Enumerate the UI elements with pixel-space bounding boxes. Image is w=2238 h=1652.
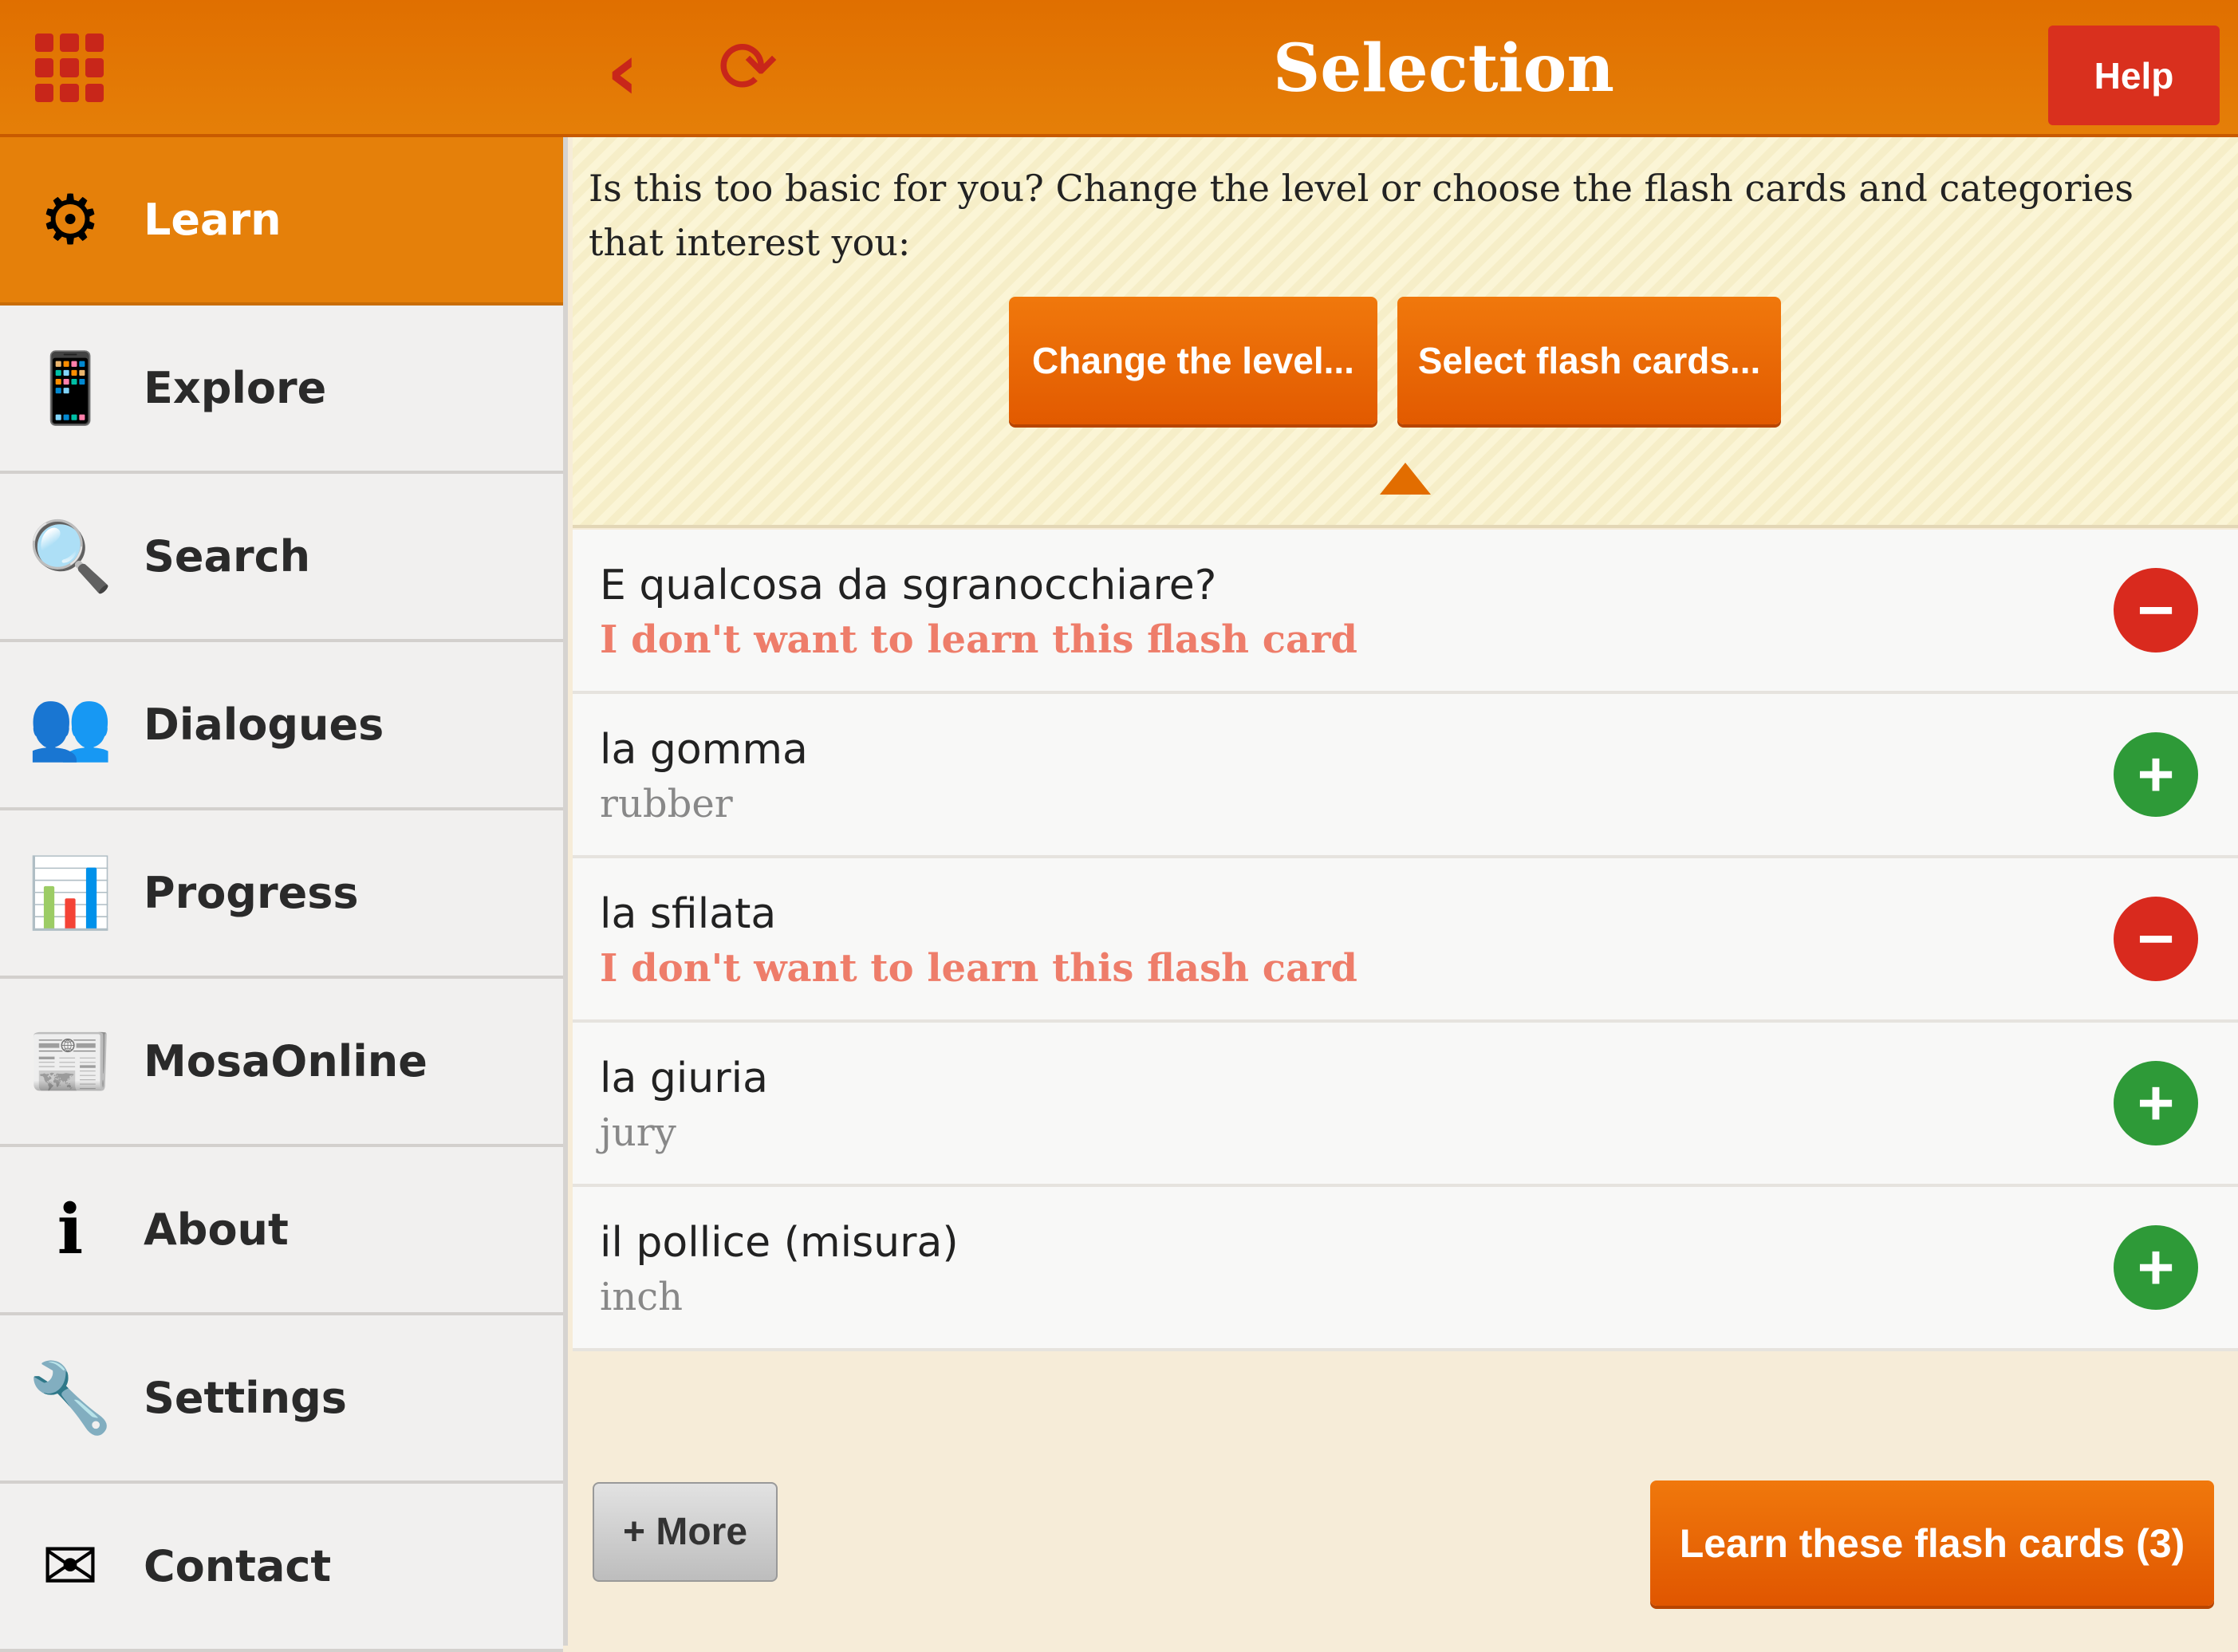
people-speech-icon: 👥 <box>27 685 113 765</box>
banner-text: Is this too basic for you? Change the le… <box>589 167 2134 264</box>
list-item: il pollice (misura) inch + <box>573 1187 2238 1351</box>
translation: I don't want to learn this flash card <box>600 946 1357 991</box>
sidebar-item-learn[interactable]: ⚙ Learn <box>0 137 563 306</box>
add-circle-icon[interactable]: + <box>2114 1225 2198 1310</box>
sidebar-item-label: Learn <box>144 195 282 245</box>
sidebar-item-contact[interactable]: ✉ Contact <box>0 1484 563 1652</box>
newspaper-icon: 📰 <box>27 1022 113 1102</box>
sidebar-item-mosaonline[interactable]: 📰 MosaOnline <box>0 979 563 1147</box>
add-circle-icon[interactable]: + <box>2114 732 2198 817</box>
gear-plus-icon: ⚙ <box>39 179 101 260</box>
learn-flash-cards-button[interactable]: Learn these flash cards (3) <box>1650 1480 2214 1606</box>
list-item: E qualcosa da sgranocchiare? I don't wan… <box>573 530 2238 694</box>
sidebar-item-search[interactable]: 🔍 Search <box>0 474 563 642</box>
sidebar-item-label: Dialogues <box>144 700 384 750</box>
sidebar-item-label: Contact <box>144 1541 332 1591</box>
sidebar-item-progress[interactable]: 📊 Progress <box>0 810 563 979</box>
header-bar: ‹ ⟳ Selection Help <box>0 0 2238 137</box>
refresh-icon[interactable]: ⟳ <box>718 32 778 104</box>
paper-plane-icon: ✉ <box>41 1526 100 1607</box>
more-button[interactable]: + More <box>593 1482 778 1582</box>
italian-term: E qualcosa da sgranocchiare? <box>600 562 1217 609</box>
sidebar-item-label: Explore <box>144 363 327 413</box>
add-circle-icon[interactable]: + <box>2114 1061 2198 1145</box>
sidebar-item-dialogues[interactable]: 👥 Dialogues <box>0 642 563 810</box>
translation: inch <box>600 1275 684 1319</box>
tools-icon: 🔧 <box>27 1358 113 1438</box>
italian-term: la gomma <box>600 726 808 774</box>
remove-circle-icon[interactable]: − <box>2114 568 2198 653</box>
sidebar-item-label: MosaOnline <box>144 1036 428 1086</box>
sidebar-item-label: Settings <box>144 1373 347 1423</box>
sidebar-item-settings[interactable]: 🔧 Settings <box>0 1315 563 1484</box>
magnifier-icon: 🔍 <box>27 517 113 597</box>
tablet-magnifier-icon: 📱 <box>27 349 113 428</box>
level-banner: Is this too basic for you? Change the le… <box>573 137 2238 528</box>
sidebar: ⚙ Learn 📱 Explore 🔍 Search 👥 Dialogues 📊 Progress… <box>0 137 568 1652</box>
select-flash-cards-button[interactable]: Select flash cards... <box>1397 297 1781 424</box>
italian-term: il pollice (misura) <box>600 1219 959 1267</box>
sidebar-item-about[interactable]: ℹ About <box>0 1147 563 1315</box>
list-item: la sfilata I don't want to learn this fl… <box>573 858 2238 1023</box>
translation: jury <box>600 1110 676 1155</box>
info-icon: ℹ <box>57 1189 84 1270</box>
italian-term: la sfilata <box>600 890 777 938</box>
sidebar-item-label: Progress <box>144 868 359 918</box>
bar-chart-icon: 📊 <box>27 854 113 933</box>
list-item: la gomma rubber + <box>573 694 2238 858</box>
grid-menu-icon[interactable] <box>35 34 104 102</box>
page-title: Selection <box>1273 30 1614 107</box>
translation: I don't want to learn this flash card <box>600 617 1357 662</box>
list-item: la giuria jury + <box>573 1023 2238 1187</box>
translation: rubber <box>600 782 733 826</box>
sidebar-item-explore[interactable]: 📱 Explore <box>0 306 563 474</box>
help-button[interactable]: Help <box>2048 26 2220 125</box>
change-level-button[interactable]: Change the level... <box>1009 297 1377 424</box>
italian-term: la giuria <box>600 1055 768 1102</box>
sidebar-item-label: About <box>144 1205 289 1255</box>
remove-circle-icon[interactable]: − <box>2114 897 2198 981</box>
collapse-caret-icon[interactable] <box>1380 463 1431 495</box>
back-chevron-icon[interactable]: ‹ <box>606 32 639 112</box>
sidebar-item-label: Search <box>144 531 311 582</box>
flash-card-list: E qualcosa da sgranocchiare? I don't wan… <box>573 530 2238 1351</box>
